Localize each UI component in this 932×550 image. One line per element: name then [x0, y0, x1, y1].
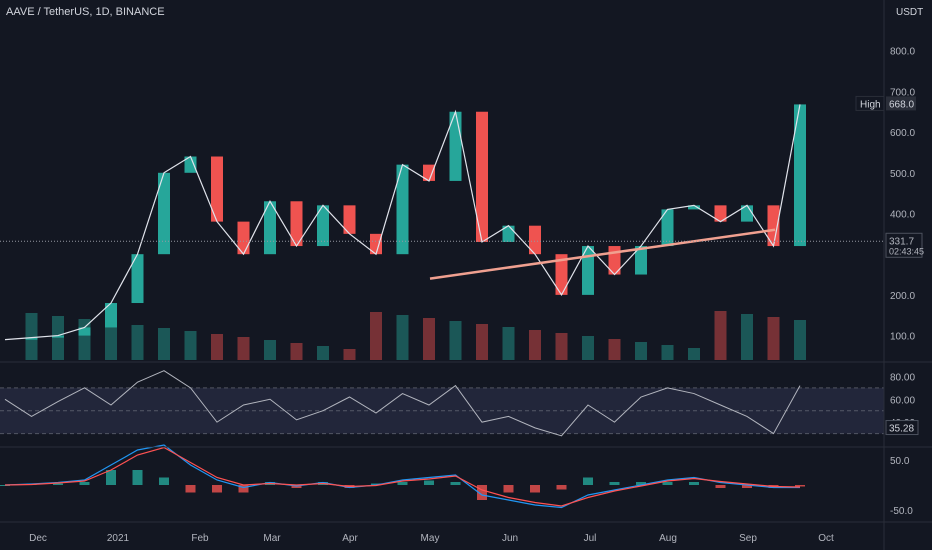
macd-histogram-bar — [212, 485, 222, 493]
macd-histogram-bar — [556, 485, 567, 490]
time-tick-label: Feb — [191, 533, 209, 544]
volume-bar — [555, 333, 568, 360]
macd-histogram-bar — [159, 477, 169, 485]
volume-bar — [264, 340, 276, 360]
macd-histogram-bar — [689, 482, 699, 485]
macd-histogram-bar — [424, 480, 434, 485]
volume-bar — [370, 312, 382, 360]
volume-bar — [78, 319, 91, 360]
volume-bar — [184, 331, 197, 360]
volume-bar — [529, 330, 541, 360]
volume-bar — [688, 348, 700, 360]
volume-bar — [396, 315, 409, 360]
price-tick-label: 200.0 — [890, 291, 915, 302]
macd-histogram-bar — [662, 482, 673, 485]
rsi-value: 35.28 — [889, 424, 914, 435]
price-tick-label: 400.0 — [890, 209, 915, 220]
chart-title: AAVE / TetherUS, 1D, BINANCE — [6, 6, 165, 18]
volume-bar — [608, 339, 621, 360]
volume-bar — [105, 322, 117, 360]
macd-histogram-bar — [530, 485, 540, 493]
macd-tick-label: 50.0 — [890, 456, 910, 467]
macd-histogram-bar — [79, 482, 90, 485]
macd-histogram-bar — [132, 470, 143, 485]
macd-histogram-bar — [106, 470, 116, 485]
volume-bar — [131, 325, 144, 360]
volume-bar — [741, 314, 753, 360]
price-panel — [0, 104, 884, 360]
macd-tick-label: -50.0 — [890, 506, 913, 517]
rsi-tick-label: 60.00 — [890, 395, 915, 406]
rsi-tick-label: 80.00 — [890, 372, 915, 383]
time-tick-label: Apr — [342, 533, 358, 544]
time-tick-label: Jun — [502, 533, 518, 544]
volume-bar — [502, 327, 515, 360]
countdown: 02:43:45 — [889, 246, 924, 256]
volume-bar — [767, 317, 780, 360]
volume-bar — [714, 311, 727, 360]
macd-histogram-bar — [583, 477, 593, 485]
volume-bar — [317, 346, 329, 360]
time-tick-label: Mar — [263, 533, 281, 544]
macd-histogram-bar — [185, 485, 196, 493]
volume-bar — [25, 313, 38, 360]
macd-panel — [0, 444, 805, 509]
macd-histogram-bar — [503, 485, 514, 493]
volume-bar — [52, 316, 64, 360]
time-axis: Dec 2021 Feb Mar Apr May Jun Jul Aug Sep Oct — [29, 533, 834, 544]
macd-histogram-bar — [609, 482, 620, 485]
price-tick-label: 600.0 — [890, 128, 915, 139]
time-tick-label: Sep — [739, 533, 757, 544]
volume-bar — [237, 337, 250, 360]
price-tick-label: 500.0 — [890, 169, 915, 180]
volume-bar — [661, 345, 674, 360]
volume-bar — [423, 318, 435, 360]
macd-histogram-bar — [715, 485, 726, 488]
time-tick-label: Aug — [659, 533, 677, 544]
time-tick-label: Jul — [584, 533, 597, 544]
time-tick-label: May — [421, 533, 440, 544]
volume-bar — [449, 321, 462, 360]
volume-bar — [476, 324, 488, 360]
macd-line — [4, 444, 800, 509]
volume-bar — [211, 334, 223, 360]
volume-bar — [635, 342, 647, 360]
macd-histogram-bar — [450, 482, 461, 485]
volume-bar — [582, 336, 594, 360]
volume-bar — [158, 328, 170, 360]
time-tick-label: 2021 — [107, 533, 130, 544]
time-tick-label: Dec — [29, 533, 47, 544]
high-value: 668.0 — [889, 99, 914, 110]
price-tick-label: 800.0 — [890, 47, 915, 58]
macd-histogram-bar — [397, 482, 408, 485]
high-label: High — [860, 99, 881, 110]
time-tick-label: Oct — [818, 533, 834, 544]
volume-bar — [343, 349, 356, 360]
volume-bar — [794, 320, 806, 360]
signal-line — [4, 446, 801, 507]
volume-bar — [290, 343, 303, 360]
currency-label: USDT — [896, 7, 923, 18]
price-tick-label: 100.0 — [890, 332, 915, 343]
macd-histogram-bar — [795, 485, 805, 487]
chart-svg: USDT800.0700.0600.0500.0400.0200.0100.08… — [0, 0, 932, 550]
